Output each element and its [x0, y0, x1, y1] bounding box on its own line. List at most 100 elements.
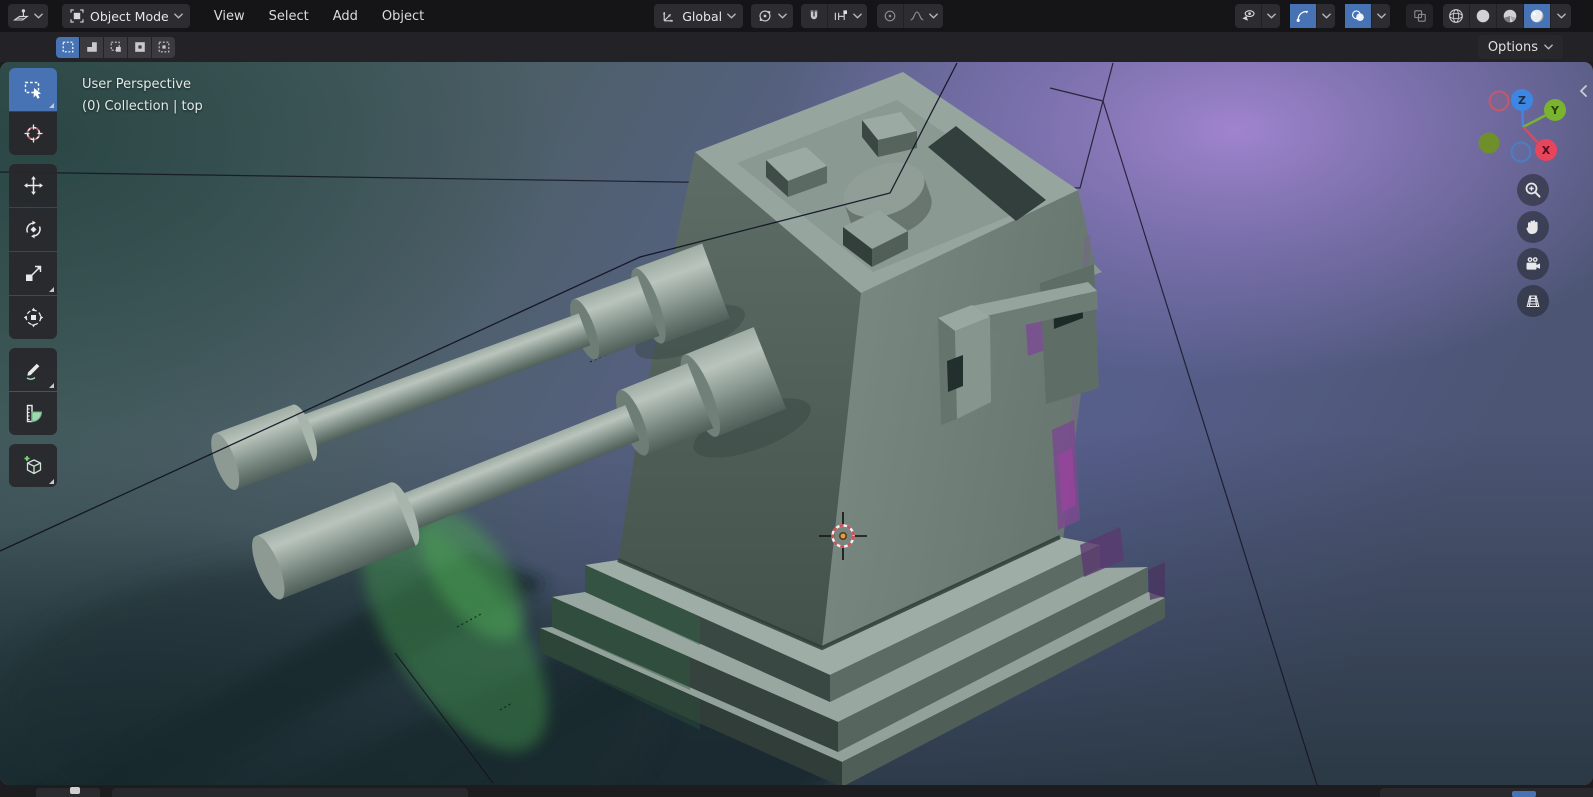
collapse-sidebar-chevron-icon [1579, 85, 1587, 97]
options-label: Options [1487, 39, 1538, 55]
bottom-strip-field[interactable] [112, 788, 468, 797]
scene-render[interactable]: Z Y X [0, 62, 1593, 785]
tool-transform[interactable] [9, 296, 57, 339]
snap-target-icon [834, 10, 848, 20]
magnet-icon [810, 10, 818, 20]
view-name: User Perspective [82, 77, 192, 92]
menu-select[interactable]: Select [257, 3, 321, 29]
nav-ortho-button[interactable] [1517, 285, 1549, 317]
editor-type-button[interactable] [8, 4, 48, 28]
options-dropdown[interactable]: Options [1477, 35, 1563, 59]
chevron-down-icon [173, 13, 183, 19]
zoom-icon [1525, 182, 1541, 198]
shading-rendered-button[interactable] [1523, 4, 1550, 28]
show-object-types-dropdown[interactable] [1235, 4, 1280, 28]
chevron-down-icon [853, 13, 862, 19]
tool-rotate[interactable] [9, 208, 57, 251]
annotate-pencil-icon [26, 363, 39, 380]
cursor-tool-icon [24, 124, 42, 143]
pivot-point-dropdown[interactable] [751, 4, 794, 28]
menu-add[interactable]: Add [321, 3, 370, 29]
material-sphere-icon [1503, 9, 1517, 23]
chevron-down-icon [1266, 13, 1276, 19]
gizmo-dropdown[interactable] [1316, 4, 1335, 28]
chevron-down-icon [727, 13, 736, 19]
gizmo-axis-negz[interactable] [1510, 141, 1532, 163]
chevron-down-icon [34, 13, 43, 19]
object-mode-icon [70, 9, 84, 23]
shading-material-button[interactable] [1496, 4, 1523, 28]
viewport-overlay-text: User Perspective (0) Collection | top [82, 74, 203, 118]
add-cube-icon [24, 456, 41, 475]
viewport-3d[interactable]: Z Y X User Perspective (0) Collection | … [0, 62, 1593, 785]
pivot-point-icon [759, 10, 771, 22]
bottom-editor-strip [0, 785, 1593, 797]
falloff-dropdown[interactable] [903, 4, 943, 28]
select-mode-group [56, 36, 175, 58]
hand-icon [1526, 220, 1538, 234]
shading-wireframe-button[interactable] [1443, 4, 1469, 28]
select-mode-extend[interactable] [80, 36, 103, 58]
gizmo-axis-negx[interactable] [1488, 90, 1510, 112]
falloff-curve-icon [910, 11, 924, 21]
select-box-icon [24, 81, 41, 99]
sidebar-toggle[interactable] [1576, 80, 1590, 102]
chevron-down-icon [778, 13, 787, 19]
transform-icon [23, 307, 43, 328]
select-mode-invert[interactable] [128, 36, 151, 58]
gizmo-axis-negy[interactable] [1478, 132, 1500, 154]
shading-solid-button[interactable] [1469, 4, 1496, 28]
overlays-circles-icon [1351, 10, 1364, 22]
show-gizmo-group [1290, 4, 1335, 28]
move-icon [23, 176, 43, 195]
editor-type-3d-viewport-icon [13, 9, 29, 21]
orientation-axes-icon [663, 12, 674, 23]
bottom-strip-field-right[interactable] [1380, 788, 1593, 797]
xray-toggle[interactable] [1406, 4, 1433, 28]
scale-icon [25, 265, 41, 281]
proportional-editing-icon [884, 10, 896, 22]
select-mode-set[interactable] [56, 36, 79, 58]
select-mode-subtract[interactable] [104, 36, 127, 58]
camera-icon [1526, 257, 1540, 270]
grid-projection-icon [1526, 295, 1540, 308]
chevron-down-icon [929, 13, 938, 19]
chevron-down-icon [1321, 13, 1331, 19]
transform-orientation-dropdown[interactable]: Global [654, 4, 744, 28]
mode-dropdown[interactable]: Object Mode [62, 4, 190, 28]
viewport-header: Object Mode View Select Add Object Globa… [0, 0, 1593, 32]
menu-object[interactable]: Object [370, 3, 436, 29]
nav-pan-button[interactable] [1517, 211, 1549, 243]
nav-camera-button[interactable] [1517, 248, 1549, 280]
toolbar [9, 68, 57, 487]
gizmo-x-label: X [1542, 144, 1551, 157]
tool-cursor[interactable] [9, 112, 57, 155]
snap-toggle-button[interactable] [801, 4, 827, 28]
tool-settings-bar: Options [0, 32, 1593, 62]
show-overlays-toggle[interactable] [1345, 4, 1371, 28]
proportional-editing-toggle[interactable] [877, 4, 903, 28]
snap-target-dropdown[interactable] [827, 4, 867, 28]
active-collection: (0) Collection | top [82, 99, 203, 114]
tool-annotate[interactable] [9, 348, 57, 391]
bottom-strip-active-marker[interactable] [1512, 791, 1536, 797]
gizmo-z-label: Z [1518, 94, 1526, 107]
tool-add-cube[interactable] [9, 444, 57, 487]
bottom-strip-button[interactable] [36, 788, 100, 797]
tool-measure[interactable] [9, 392, 57, 435]
chevron-down-icon [1544, 44, 1553, 50]
rendered-sphere-icon [1530, 9, 1544, 23]
chevron-down-icon [1556, 13, 1566, 19]
rotate-icon [25, 220, 41, 239]
show-gizmo-toggle[interactable] [1290, 4, 1316, 28]
overlays-dropdown[interactable] [1371, 4, 1390, 28]
nav-zoom-button[interactable] [1517, 174, 1549, 206]
tool-move[interactable] [9, 164, 57, 207]
visibility-eye-icon [1242, 10, 1255, 21]
shading-dropdown[interactable] [1550, 4, 1571, 28]
menu-view[interactable]: View [202, 3, 257, 29]
tool-select-box[interactable] [9, 68, 57, 111]
tool-scale[interactable] [9, 252, 57, 295]
measure-icon [26, 404, 42, 423]
select-mode-intersect[interactable] [152, 36, 175, 58]
